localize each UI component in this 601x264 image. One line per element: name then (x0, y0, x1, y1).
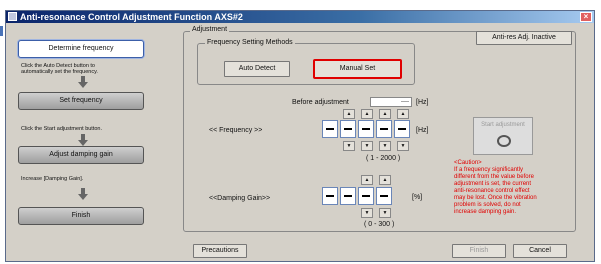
frequency-label: << Frequency >> (209, 127, 263, 134)
step-set-frequency: Set frequency (18, 92, 144, 110)
window-title: Anti-resonance Control Adjustment Functi… (20, 12, 243, 22)
left-edge-strip (0, 26, 3, 36)
manual-set-button[interactable]: Manual Set (313, 59, 402, 79)
frequency-down-button[interactable]: ▼ (361, 141, 373, 151)
caution-text-line: If a frequency significantly (454, 167, 524, 173)
app-icon (8, 12, 17, 21)
damping-gain-digit[interactable] (340, 187, 356, 205)
arrow-down-icon (78, 188, 88, 200)
damping-gain-digit[interactable] (322, 187, 338, 205)
frequency-up-button[interactable]: ▲ (343, 109, 355, 119)
damping-gain-range: ( 0 - 300 ) (364, 221, 395, 228)
damping-gain-up-button[interactable]: ▲ (379, 175, 391, 185)
caution-text-line: problem is solved, do not (454, 202, 521, 208)
title-bar[interactable]: Anti-resonance Control Adjustment Functi… (6, 11, 594, 23)
damping-gain-digit[interactable] (376, 187, 392, 205)
frequency-setting-methods-label: Frequency Setting Methods (205, 39, 295, 46)
step-note-determine-frequency: Click the Auto Detect button to automati… (21, 63, 98, 75)
frequency-digit[interactable] (358, 120, 374, 138)
frequency-up-button[interactable]: ▲ (379, 109, 391, 119)
damping-gain-unit: [%] (412, 194, 423, 201)
caution-text-line: increase damping gain. (454, 209, 517, 215)
start-adjustment-icon (497, 135, 511, 147)
close-button[interactable]: × (580, 12, 592, 22)
before-adjustment-value: ---- (370, 97, 412, 107)
frequency-up-button[interactable]: ▲ (397, 109, 409, 119)
frequency-digit[interactable] (394, 120, 410, 138)
frequency-digit[interactable] (322, 120, 338, 138)
frequency-range: ( 1 - 2000 ) (366, 155, 401, 162)
finish-button[interactable]: Finish (452, 244, 506, 258)
caution-text-line: different from the value before (454, 174, 534, 180)
anti-res-adj-inactive-button[interactable]: Anti-res Adj. Inactive (476, 31, 572, 45)
step-note-adjust-damping-gain: Increase [Damping Gain]. (21, 176, 84, 182)
frequency-unit: [Hz] (416, 127, 429, 134)
precautions-button[interactable]: Precautions (193, 244, 247, 258)
auto-detect-button[interactable]: Auto Detect (224, 61, 290, 77)
before-adjustment-label: Before adjustment (292, 99, 349, 106)
frequency-up-button[interactable]: ▲ (361, 109, 373, 119)
caution-heading: <Caution> (454, 160, 482, 166)
frequency-digit[interactable] (340, 120, 356, 138)
frequency-digit[interactable] (376, 120, 392, 138)
arrow-down-icon (78, 76, 88, 88)
damping-gain-digit[interactable] (358, 187, 374, 205)
step-adjust-damping-gain: Adjust damping gain (18, 146, 144, 164)
damping-gain-label: <<Damping Gain>> (209, 195, 271, 202)
step-determine-frequency: Determine frequency (18, 40, 144, 58)
damping-gain-up-button[interactable]: ▲ (361, 175, 373, 185)
caution-text-line: may be lost. Once the vibration (454, 195, 537, 201)
frequency-down-button[interactable]: ▼ (397, 141, 409, 151)
caution-text-line: adjustment is set, the current (454, 181, 532, 187)
frequency-down-button[interactable]: ▼ (379, 141, 391, 151)
step-finish: Finish (18, 207, 144, 225)
cancel-button[interactable]: Cancel (513, 244, 567, 258)
frequency-down-button[interactable]: ▼ (343, 141, 355, 151)
caution-text-line: anti-resonance control effect (454, 188, 530, 194)
damping-gain-down-button[interactable]: ▼ (361, 208, 373, 218)
damping-gain-down-button[interactable]: ▼ (379, 208, 391, 218)
adjustment-group-label: Adjustment (190, 26, 230, 33)
step-note-set-frequency: Click the Start adjustment button. (21, 126, 103, 132)
before-adjustment-unit: [Hz] (416, 99, 429, 106)
